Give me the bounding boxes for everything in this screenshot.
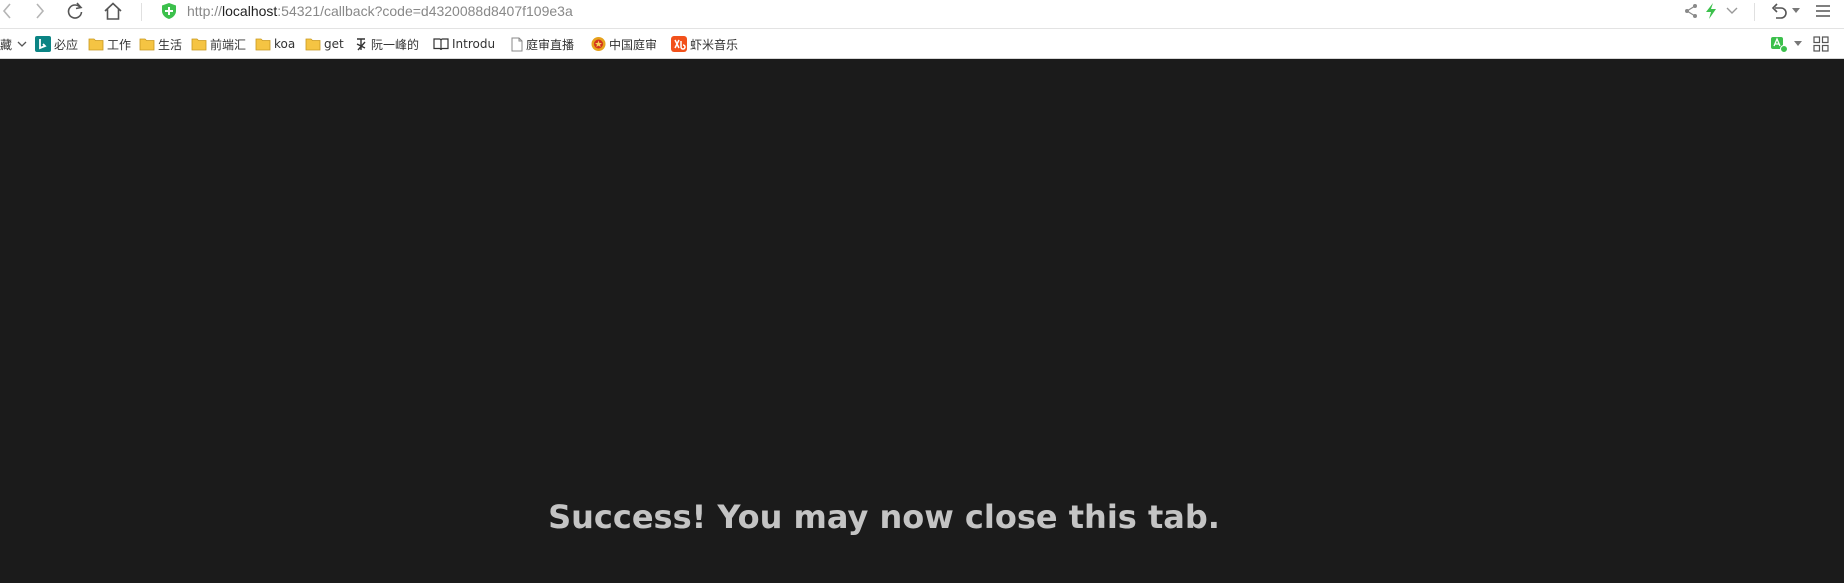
folder-icon [139,37,155,51]
translate-icon [1771,36,1788,53]
url-scheme: http:// [187,3,223,19]
bookmark-folder[interactable]: 工作 [88,35,131,53]
folder-icon [191,37,207,51]
bookmark-item[interactable]: Introdu [433,35,495,53]
translate-button[interactable] [1770,35,1802,53]
bookmark-label: 工作 [107,37,132,52]
bookmarks-bar: 藏 必应 工作 生活 前端汇 koa get 阮一峰的 Introdu 庭审直播… [0,29,1844,59]
bookmark-label: 必应 [54,37,79,52]
chevron-right-icon [36,3,45,19]
forward-button[interactable] [32,0,48,22]
bookmark-item[interactable]: 必应 [35,35,78,53]
bookmark-label: 庭审直播 [526,37,575,52]
bookmark-label: 生活 [158,37,183,52]
folder-icon [305,37,321,51]
share-icon [1685,4,1697,18]
toolbar-divider [141,3,142,21]
bookmark-label: koa [274,37,296,51]
reload-button[interactable] [64,0,86,22]
ruanyifeng-icon [354,36,368,52]
share-button[interactable] [1680,0,1702,22]
apps-button[interactable] [1813,35,1829,53]
book-icon [433,37,449,51]
browser-toolbar: http://localhost:54321/callback?code=d43… [0,0,1844,29]
bookmark-folder[interactable]: koa [255,35,295,53]
bookmark-item[interactable]: 中国庭审 [591,35,657,53]
bookmark-item[interactable]: 阮一峰的 [354,35,419,53]
bookmark-label: 中国庭审 [609,37,658,52]
undo-icon [1771,3,1787,19]
reload-icon [67,2,83,19]
bookmark-label: 虾米音乐 [690,37,739,52]
lightning-icon [1706,3,1716,19]
url-path: :54321/callback?code=d4320088d8407f109e3… [277,3,573,19]
chevron-down-icon [1726,7,1738,14]
bookmark-item[interactable]: 庭审直播 [511,35,574,53]
caret-down-icon [1794,41,1802,46]
address-bar[interactable]: http://localhost:54321/callback?code=d43… [160,0,573,22]
toolbar-divider [1754,3,1755,21]
chevron-left-icon [2,3,11,19]
back-button[interactable] [0,0,14,22]
bookmark-item[interactable]: 虾米音乐 [671,35,738,53]
home-button[interactable] [102,0,124,22]
folder-icon [255,37,271,51]
bing-icon [35,36,51,52]
page-content: Success! You may now close this tab. [0,60,1844,583]
bookmark-label: 阮一峰的 [371,37,420,52]
hamburger-menu-icon [1816,5,1830,17]
caret-down-icon [1792,8,1800,13]
xiami-icon [671,36,687,52]
secure-shield-icon [162,3,176,19]
folder-icon [88,37,104,51]
bookmark-folder[interactable]: 前端汇 [191,35,246,53]
favorites-label: 藏 [0,37,13,52]
undo-button[interactable] [1768,0,1802,22]
menu-button[interactable] [1812,0,1834,22]
bookmark-label: get [324,37,344,51]
bookmark-label: 前端汇 [210,37,247,52]
page-icon [511,37,523,52]
home-icon [104,2,122,20]
bookmark-folder[interactable]: get [305,35,344,53]
url-host: localhost [222,3,278,19]
bookmark-folder[interactable]: 生活 [139,35,182,53]
success-message: Success! You may now close this tab. [548,498,1220,536]
grid-apps-icon [1813,36,1829,52]
favorites-dropdown[interactable]: 藏 [0,35,27,53]
bookmark-label: Introdu [452,37,496,51]
speed-mode-button[interactable] [1702,0,1740,22]
court-emblem-icon [591,36,606,52]
chevron-down-icon [17,41,27,47]
